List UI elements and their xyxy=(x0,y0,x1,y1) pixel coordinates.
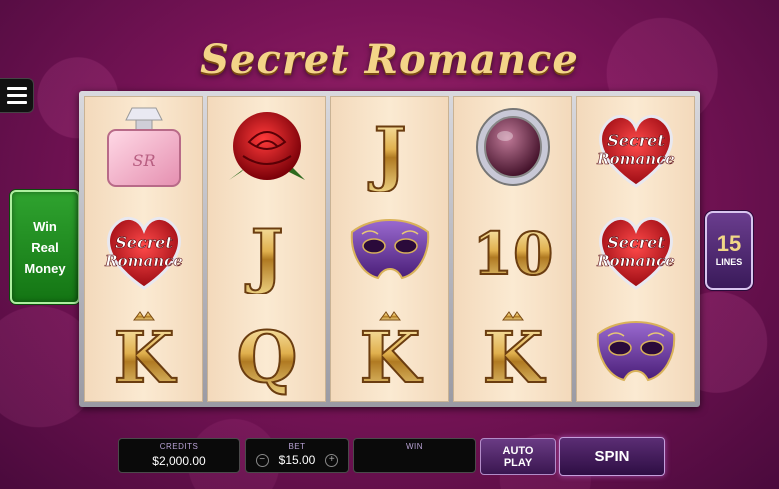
win-real-money-button[interactable]: Win Real Money xyxy=(10,190,80,304)
bet-label: BET xyxy=(288,442,306,451)
svg-text:J: J xyxy=(244,214,283,294)
autoplay-button[interactable]: AUTO PLAY xyxy=(480,438,556,475)
svg-text:J: J xyxy=(367,112,406,192)
game-logo: Secret Romance xyxy=(200,36,579,83)
secret-romance-heart-icon: Secret Romance xyxy=(576,198,695,300)
masquerade-mask-icon xyxy=(576,300,695,402)
svg-text:Romance: Romance xyxy=(596,252,675,270)
lines-label: LINES xyxy=(715,257,743,267)
svg-text:Secret: Secret xyxy=(115,233,173,252)
svg-text:K: K xyxy=(482,316,545,396)
bet-increase-button[interactable]: + xyxy=(325,453,339,467)
svg-text:Romance: Romance xyxy=(596,150,675,168)
rose-icon xyxy=(207,96,326,198)
reel-1: SR Secret Romance K xyxy=(84,96,203,402)
credits-label: CREDITS xyxy=(159,442,199,451)
queen-card-icon: Q xyxy=(207,300,326,402)
ten-card-icon: 10 xyxy=(453,198,572,300)
svg-text:Romance: Romance xyxy=(104,252,183,270)
svg-text:Secret: Secret xyxy=(607,131,665,150)
svg-text:K: K xyxy=(359,316,422,396)
win-panel: WIN xyxy=(353,438,476,473)
reels-frame: SR Secret Romance K J Q J K 10 K Secret … xyxy=(79,91,700,407)
secret-romance-heart-icon: Secret Romance xyxy=(84,198,203,300)
svg-text:K: K xyxy=(113,316,176,396)
king-card-icon: K xyxy=(84,300,203,402)
win-label: WIN xyxy=(405,442,424,451)
reels-grid: SR Secret Romance K J Q J K 10 K Secret … xyxy=(84,96,695,402)
reel-5: Secret Romance Secret Romance xyxy=(576,96,695,402)
bet-panel: BET − $15.00 + xyxy=(245,438,349,473)
king-card-icon: K xyxy=(330,300,449,402)
menu-hamburger-icon[interactable] xyxy=(0,78,34,113)
credits-panel: CREDITS $2,000.00 xyxy=(118,438,240,473)
perfume-bottle-icon: SR xyxy=(84,96,203,198)
svg-text:SR: SR xyxy=(132,151,155,170)
masquerade-mask-icon xyxy=(330,198,449,300)
svg-text:Secret: Secret xyxy=(607,233,665,252)
bet-value: $15.00 xyxy=(278,453,316,467)
svg-text:Q: Q xyxy=(236,316,297,396)
reel-3: J K xyxy=(330,96,449,402)
gem-ring-icon xyxy=(453,96,572,198)
svg-text:10: 10 xyxy=(472,220,553,288)
lines-count: 15 xyxy=(716,231,742,256)
jack-card-icon: J xyxy=(330,96,449,198)
credits-value: $2,000.00 xyxy=(152,454,206,468)
king-card-icon: K xyxy=(453,300,572,402)
jack-card-icon: J xyxy=(207,198,326,300)
secret-romance-heart-icon: Secret Romance xyxy=(576,96,695,198)
spin-button[interactable]: SPIN xyxy=(559,437,665,476)
bet-decrease-button[interactable]: − xyxy=(255,453,269,467)
reel-4: 10 K xyxy=(453,96,572,402)
lines-badge: 15 LINES xyxy=(705,211,753,290)
reel-2: J Q xyxy=(207,96,326,402)
